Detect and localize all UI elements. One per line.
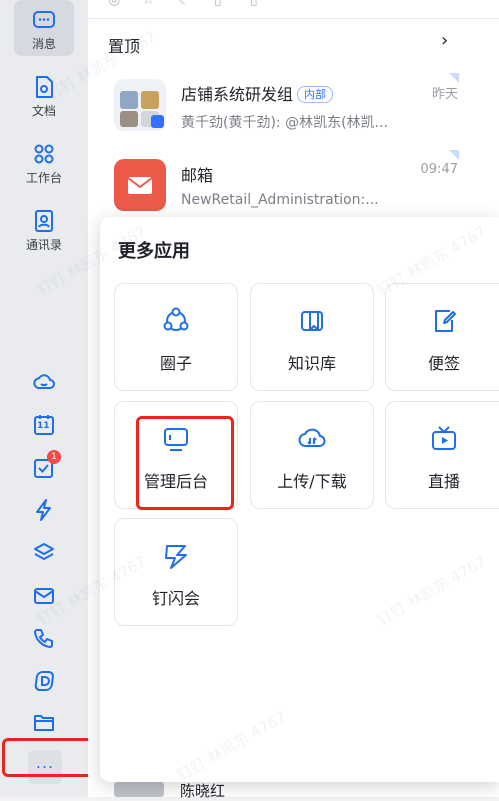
toolbar-icons: ◎ ☆ ☾ ▯ ▯ [108, 0, 278, 8]
chat-preview: NewRetail_Administration:... [181, 192, 379, 208]
pinned-corner-mark [449, 150, 459, 160]
lightning-icon [165, 545, 187, 569]
calendar-day: 11 [37, 421, 50, 431]
todo-badge: 1 [47, 450, 61, 464]
nav-docs-label: 文档 [31, 104, 56, 118]
nav-contacts-label: 通讯录 [25, 238, 62, 252]
app-label: 圈子 [159, 354, 192, 373]
app-tile-upload[interactable]: 上传/下载 [250, 401, 374, 509]
envelope-icon [127, 177, 153, 194]
message-icon [33, 11, 55, 28]
admin-tile-highlight [136, 416, 234, 510]
chat-item-dev-group[interactable]: 店铺系统研发组 内部 黄千劲(黄千劲): @林凯东(林凯... 昨天 [88, 73, 499, 143]
popup-title: 更多应用 [118, 241, 190, 262]
app-tile-note[interactable]: 便签 [385, 283, 499, 391]
note-icon [435, 310, 456, 332]
chat-time: 昨天 [431, 87, 458, 102]
star-icon[interactable]: ☆ [142, 0, 155, 8]
folder-icon[interactable] [32, 710, 56, 734]
mail-avatar [114, 159, 166, 211]
internal-tag: 内部 [297, 86, 334, 103]
pinned-corner-mark [449, 73, 459, 83]
nav-messages-label: 消息 [31, 37, 56, 51]
app-tile-knowledge[interactable]: 知识库 [250, 283, 374, 391]
app-label: 直播 [427, 472, 460, 491]
phone-icon[interactable] [32, 627, 56, 651]
more-button-highlight [2, 738, 101, 777]
chat-time: 09:47 [420, 162, 458, 177]
app-tile-live[interactable]: 直播 [385, 401, 499, 509]
partial-chat-name: 陈晓红 [180, 782, 226, 800]
group-avatar [114, 79, 166, 131]
app-label: 便签 [427, 354, 460, 373]
d-icon[interactable] [32, 669, 56, 693]
app-label: 上传/下载 [277, 472, 347, 491]
tv-icon [432, 426, 456, 450]
cube-icon[interactable] [32, 541, 56, 565]
nav-workbench-label: 工作台 [25, 171, 62, 185]
circle-group-icon [163, 307, 189, 331]
app-label: 钉闪会 [151, 589, 200, 608]
moon-icon[interactable]: ☾ [178, 0, 191, 8]
nav-docs[interactable]: 文档 [14, 67, 74, 123]
app-label: 知识库 [287, 354, 336, 373]
chat-name: 店铺系统研发组 内部 [181, 81, 334, 105]
nav-contacts[interactable]: 通讯录 [14, 201, 74, 257]
document-icon [36, 76, 53, 98]
calendar-icon[interactable]: 11 [32, 413, 56, 437]
mail-icon[interactable] [32, 584, 56, 608]
device-icon[interactable]: ▯ [250, 0, 258, 8]
app-tile-circle[interactable]: 圈子 [114, 283, 238, 391]
cloud-transfer-icon [298, 428, 326, 447]
top-divider [88, 18, 499, 19]
grid-icon [34, 144, 54, 164]
chat-name: 邮箱 [181, 166, 214, 185]
chat-item-mailbox[interactable]: 邮箱 NewRetail_Administration:... 09:47 [88, 150, 499, 220]
app-tile-flash-meeting[interactable]: 钉闪会 [114, 518, 238, 626]
contacts-icon [35, 210, 53, 232]
doc-icon[interactable]: ▯ [214, 0, 222, 8]
chat-preview: 黄千劲(黄千劲): @林凯东(林凯... [181, 115, 388, 131]
book-icon [301, 311, 323, 331]
cloud-icon[interactable] [32, 371, 56, 395]
nav-messages[interactable]: 消息 [14, 0, 74, 56]
nav-workbench[interactable]: 工作台 [14, 134, 74, 190]
chevron-right-icon[interactable]: › [441, 30, 448, 51]
lightning-icon[interactable] [32, 498, 56, 522]
left-sidebar: 消息 文档 工作台 通讯录 11 1 ... [0, 0, 89, 797]
avatar [114, 782, 164, 797]
at-icon[interactable]: ◎ [108, 0, 120, 8]
pinned-section-title[interactable]: 置顶 [108, 33, 140, 57]
